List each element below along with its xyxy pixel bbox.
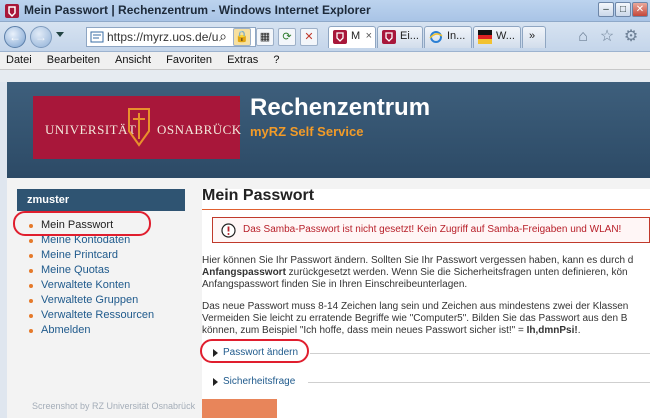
menu-extras[interactable]: Extras bbox=[221, 52, 264, 66]
forward-button[interactable]: → bbox=[30, 26, 52, 48]
intro-line-3: Anfangspasswort finden Sie in Ihren Eins… bbox=[202, 279, 468, 290]
university-seal-icon bbox=[128, 108, 150, 147]
web-page: UNIVERSITÄT OSNABRÜCK Rechenzentrum myRZ… bbox=[7, 82, 650, 418]
stop-icon[interactable]: ✕ bbox=[300, 28, 318, 46]
back-button[interactable]: ← bbox=[4, 26, 26, 48]
minimize-button[interactable]: – bbox=[598, 2, 614, 17]
command-bar-strip bbox=[0, 70, 650, 82]
sidebar-item-verwaltete-gruppen[interactable]: Verwaltete Gruppen bbox=[17, 294, 185, 309]
accordion-divider bbox=[310, 353, 650, 354]
uos-favicon-icon bbox=[382, 30, 396, 44]
window-title: Mein Passwort | Rechenzentrum - Windows … bbox=[24, 3, 371, 17]
maximize-button[interactable]: □ bbox=[615, 2, 631, 17]
ie-favicon-icon bbox=[429, 31, 443, 43]
page-title: Mein Passwort bbox=[202, 187, 315, 204]
title-divider bbox=[202, 209, 650, 210]
tab-mein-passwort[interactable]: M × bbox=[328, 26, 376, 48]
tab-4[interactable]: W... bbox=[473, 26, 521, 48]
password-example: Ih,dmnPsi! bbox=[526, 325, 578, 336]
favorites-icon[interactable]: ☆ bbox=[597, 27, 617, 47]
menu-help[interactable]: ? bbox=[267, 52, 285, 66]
main-content: Mein Passwort Das Samba-Passwort ist nic… bbox=[202, 187, 650, 418]
lock-icon[interactable]: 🔒 bbox=[233, 28, 251, 46]
sidebar-item-meine-kontodaten[interactable]: Meine Kontodaten bbox=[17, 234, 185, 249]
alert-text: Das Samba-Passwort ist nicht gesetzt! Ke… bbox=[243, 224, 622, 235]
https-icon bbox=[90, 31, 104, 43]
sidebar-item-meine-quotas[interactable]: Meine Quotas bbox=[17, 264, 185, 279]
rules-line-1: Das neue Passwort muss 8-14 Zeichen lang… bbox=[202, 301, 629, 312]
search-icon[interactable]: ⌕ bbox=[214, 28, 232, 46]
highlight-passwort-aendern bbox=[200, 339, 309, 363]
rules-line-2: Vermeiden Sie leicht zu erratende Begrif… bbox=[202, 313, 628, 324]
menu-favoriten[interactable]: Favoriten bbox=[160, 52, 218, 66]
rules-line-3: können, zum Beispiel "Ich hoffe, dass me… bbox=[202, 325, 581, 336]
intro-line-2: Anfangspasswort zurückgesetzt werden. We… bbox=[202, 267, 628, 278]
site-header: UNIVERSITÄT OSNABRÜCK Rechenzentrum myRZ… bbox=[7, 82, 650, 178]
close-button[interactable]: ✕ bbox=[632, 2, 648, 17]
accordion-sicherheitsfrage[interactable]: Sicherheitsfrage bbox=[202, 376, 650, 390]
samba-warning-alert: Das Samba-Passwort ist nicht gesetzt! Ke… bbox=[212, 217, 650, 243]
tab-3[interactable]: In... bbox=[424, 26, 472, 48]
menu-ansicht[interactable]: Ansicht bbox=[109, 52, 157, 66]
sidebar-item-meine-printcard[interactable]: Meine Printcard bbox=[17, 249, 185, 264]
menu-bearbeiten[interactable]: Bearbeiten bbox=[41, 52, 106, 66]
submit-button-partial[interactable] bbox=[202, 399, 277, 418]
logo-text-left: UNIVERSITÄT bbox=[45, 122, 137, 137]
address-text: https://myrz.uos.de/u bbox=[107, 30, 219, 44]
logo-text-right: OSNABRÜCK bbox=[157, 122, 242, 137]
accordion-divider bbox=[308, 382, 650, 383]
uos-favicon-icon bbox=[333, 30, 347, 44]
menu-bar: Datei Bearbeiten Ansicht Favoriten Extra… bbox=[0, 52, 650, 70]
flag-favicon-icon bbox=[478, 30, 492, 44]
home-icon[interactable]: ⌂ bbox=[573, 27, 593, 47]
sidebar-item-verwaltete-konten[interactable]: Verwaltete Konten bbox=[17, 279, 185, 294]
initial-password-term: Anfangspasswort bbox=[202, 267, 286, 278]
warning-icon bbox=[221, 223, 236, 238]
tab-2[interactable]: Ei... bbox=[377, 26, 423, 48]
browser-toolbar: ← → https://myrz.uos.de/u ⌕ 🔒 ▦ ⟳ ✕ M × … bbox=[0, 22, 650, 52]
expand-arrow-icon bbox=[213, 378, 218, 386]
site-subtitle: myRZ Self Service bbox=[250, 124, 364, 139]
compatibility-icon[interactable]: ▦ bbox=[256, 28, 274, 46]
tools-icon[interactable]: ⚙ bbox=[621, 27, 641, 47]
sidebar-item-abmelden[interactable]: Abmelden bbox=[17, 324, 185, 339]
tab-overflow-button[interactable]: » bbox=[522, 26, 546, 48]
site-title: Rechenzentrum bbox=[250, 94, 431, 121]
sidebar-item-verwaltete-ressourcen[interactable]: Verwaltete Ressourcen bbox=[17, 309, 185, 324]
refresh-icon[interactable]: ⟳ bbox=[278, 28, 296, 46]
sidebar-username: zmuster bbox=[17, 189, 185, 211]
university-logo[interactable]: UNIVERSITÄT OSNABRÜCK bbox=[33, 96, 242, 159]
screenshot-credit: Screenshot by RZ Universität Osnabrück bbox=[32, 401, 196, 411]
menu-datei[interactable]: Datei bbox=[0, 52, 38, 66]
highlight-mein-passwort bbox=[13, 211, 151, 236]
history-dropdown-icon[interactable] bbox=[56, 32, 64, 37]
tab-close-icon[interactable]: × bbox=[366, 30, 372, 42]
window-titlebar: Mein Passwort | Rechenzentrum - Windows … bbox=[0, 0, 650, 22]
app-logo-icon bbox=[5, 4, 19, 18]
intro-line-1: Hier können Sie Ihr Passwort ändern. Sol… bbox=[202, 255, 634, 266]
accordion-sicherheitsfrage-label[interactable]: Sicherheitsfrage bbox=[223, 376, 295, 387]
